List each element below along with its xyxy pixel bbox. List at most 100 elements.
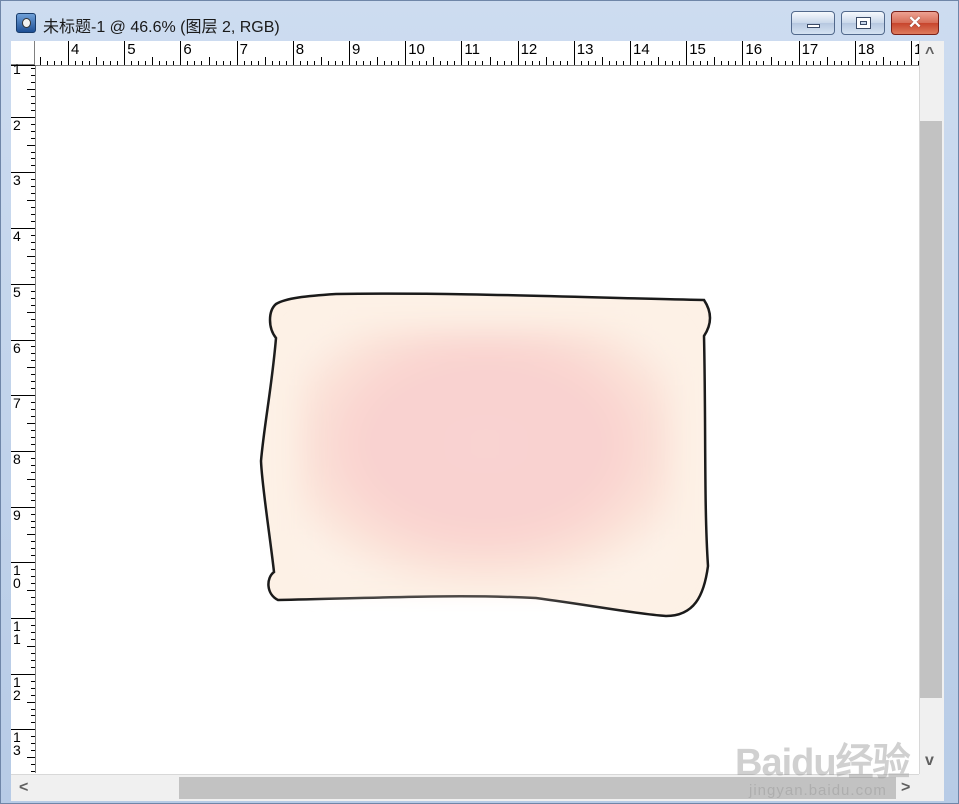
ruler-minor-tick — [594, 61, 596, 65]
ruler-minor-tick — [31, 276, 35, 278]
ruler-minor-tick — [31, 520, 35, 522]
ruler-minor-tick — [370, 61, 372, 65]
ruler-minor-tick — [152, 57, 154, 65]
ruler-minor-tick — [166, 61, 168, 65]
ruler-minor-tick — [419, 61, 421, 65]
ruler-minor-tick — [31, 221, 35, 223]
ruler-minor-tick — [665, 61, 667, 65]
ruler-minor-tick — [31, 297, 35, 299]
ruler-minor-tick — [601, 57, 603, 65]
ruler-minor-tick — [784, 61, 786, 65]
ruler-minor-tick — [552, 61, 554, 65]
ruler-minor-tick — [215, 61, 217, 65]
ruler-minor-tick — [131, 61, 133, 65]
ruler-minor-tick — [31, 604, 35, 606]
baidu-watermark: Baidu经验 jingyan.baidu.com — [735, 731, 911, 799]
ruler-minor-tick — [31, 137, 35, 139]
ruler-minor-tick — [840, 61, 842, 65]
ruler-minor-tick — [770, 57, 772, 65]
ruler-minor-tick — [327, 61, 329, 65]
ruler-minor-tick — [447, 61, 449, 65]
ruler-minor-tick — [651, 61, 653, 65]
ruler-minor-tick — [46, 61, 48, 65]
ruler-minor-tick — [566, 61, 568, 65]
maximize-button[interactable] — [841, 11, 885, 35]
ruler-minor-tick — [819, 61, 821, 65]
ruler-minor-tick — [714, 57, 716, 65]
ruler-minor-tick — [299, 61, 301, 65]
ruler-minor-tick — [306, 61, 308, 65]
scroll-up-icon[interactable]: ^ — [925, 46, 934, 62]
ruler-minor-tick — [31, 443, 35, 445]
vertical-scrollbar[interactable]: ^ v — [919, 41, 944, 774]
ruler-minor-tick — [31, 151, 35, 153]
ruler-minor-tick — [31, 353, 35, 355]
ruler-major-tick — [292, 41, 294, 65]
ruler-minor-tick — [31, 332, 35, 334]
scroll-left-icon[interactable]: < — [19, 780, 28, 796]
ruler-minor-tick — [454, 61, 456, 65]
ruler-minor-tick — [31, 262, 35, 264]
ruler-minor-tick — [503, 61, 505, 65]
vertical-scroll-thumb[interactable] — [920, 121, 942, 698]
ruler-minor-tick — [777, 61, 779, 65]
ruler-label: 15 — [689, 41, 706, 58]
ruler-minor-tick — [250, 61, 252, 65]
ruler-minor-tick — [31, 576, 35, 578]
ruler-minor-tick — [672, 61, 674, 65]
ruler-minor-tick — [31, 346, 35, 348]
ruler-minor-tick — [27, 590, 35, 592]
ruler-minor-tick — [587, 61, 589, 65]
ruler-minor-tick — [31, 638, 35, 640]
ruler-minor-tick — [60, 61, 62, 65]
ruler-minor-tick — [320, 57, 322, 65]
ruler-minor-tick — [31, 304, 35, 306]
ruler-minor-tick — [27, 255, 35, 257]
ruler-label: 9 — [352, 41, 361, 58]
ruler-minor-tick — [27, 645, 35, 647]
scroll-down-icon[interactable]: v — [925, 753, 934, 769]
ruler-minor-tick — [31, 750, 35, 752]
canvas[interactable] — [36, 66, 919, 774]
ruler-minor-tick — [27, 757, 35, 759]
ruler-minor-tick — [31, 548, 35, 550]
ruler-label: 1 1 — [13, 618, 21, 647]
ruler-minor-tick — [257, 61, 259, 65]
ruler-minor-tick — [31, 318, 35, 320]
ruler-minor-tick — [496, 61, 498, 65]
minimize-button[interactable] — [791, 11, 835, 35]
ruler-minor-tick — [398, 61, 400, 65]
ruler-minor-tick — [31, 123, 35, 125]
ruler-label: 17 — [801, 41, 819, 58]
close-icon: ✕ — [907, 13, 923, 32]
ruler-label: 1 0 — [13, 562, 21, 592]
ruler-minor-tick — [384, 61, 386, 65]
ruler-minor-tick — [868, 61, 870, 65]
ruler-minor-tick — [861, 61, 863, 65]
ruler-minor-tick — [875, 61, 877, 65]
ruler-minor-tick — [187, 61, 189, 65]
vertical-ruler[interactable]: 1 2 3 4 5 6 7 8 9 1 0 1 1 1 2 1 3 — [11, 62, 36, 773]
ruler-minor-tick — [39, 57, 41, 65]
ruler-minor-tick — [377, 57, 379, 65]
photoshop-document-icon[interactable] — [16, 13, 36, 33]
ruler-minor-tick — [468, 61, 470, 65]
ruler-minor-tick — [637, 61, 639, 65]
title-bar[interactable]: 未标题-1 @ 46.6% (图层 2, RGB) ✕ — [1, 1, 958, 41]
ruler-minor-tick — [27, 367, 35, 369]
ruler-label: 12 — [520, 41, 538, 58]
ruler-minor-tick — [31, 158, 35, 160]
ruler-minor-tick — [412, 61, 414, 65]
ruler-label: 5 — [127, 41, 136, 58]
close-button[interactable]: ✕ — [891, 11, 939, 35]
ruler-minor-tick — [31, 722, 35, 724]
ruler-minor-tick — [110, 61, 112, 65]
ruler-minor-tick — [103, 61, 105, 65]
horizontal-ruler[interactable]: 45678910111213141516171819 — [35, 41, 931, 66]
ruler-minor-tick — [31, 416, 35, 418]
ruler-minor-tick — [27, 534, 35, 536]
ruler-minor-tick — [31, 130, 35, 132]
ruler-minor-tick — [31, 555, 35, 557]
ruler-minor-tick — [31, 248, 35, 250]
ruler-minor-tick — [201, 61, 203, 65]
